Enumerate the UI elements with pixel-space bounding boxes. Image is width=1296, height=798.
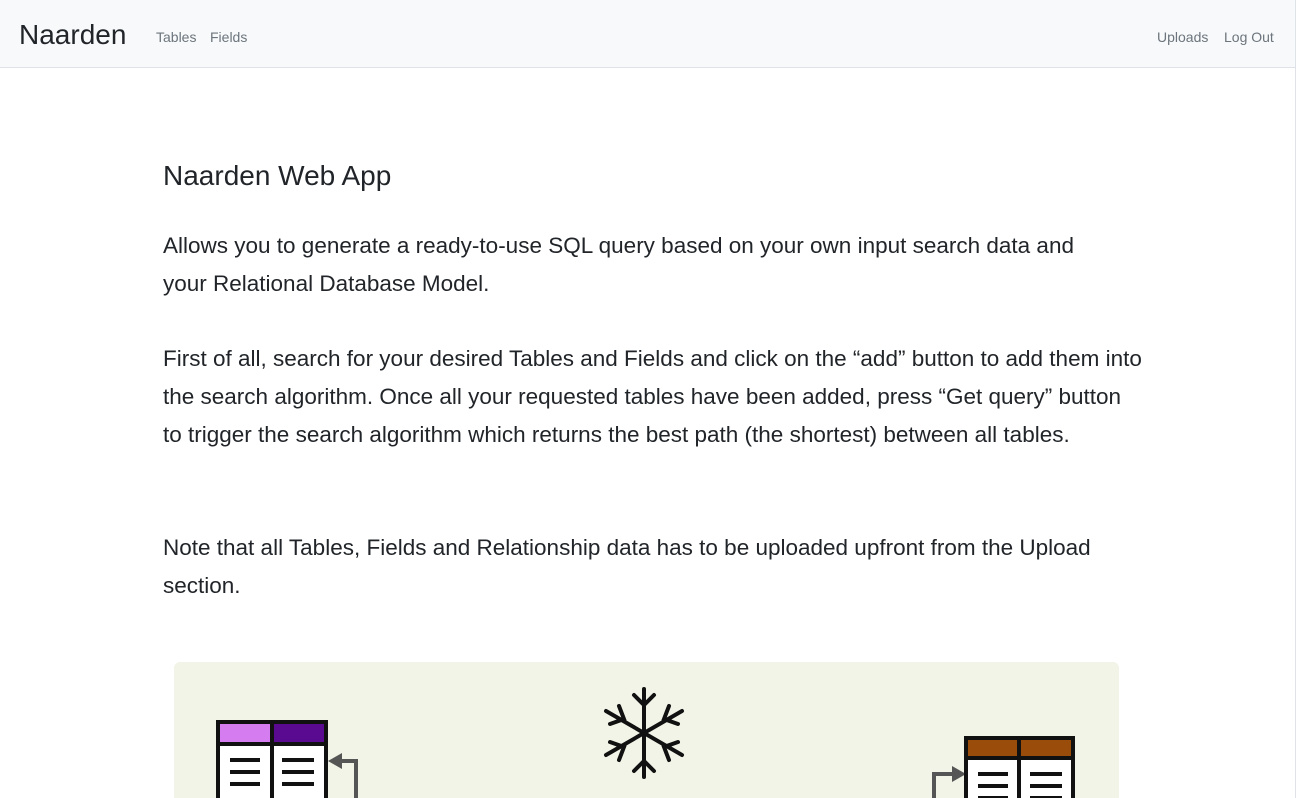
database-diagram-illustration [174,662,1119,798]
nav-link-tables[interactable]: Tables [156,29,196,45]
main-content: Naarden Web App Allows you to generate a… [163,158,1143,598]
page-title: Naarden Web App [163,160,392,191]
nav-link-fields[interactable]: Fields [210,29,247,45]
instructions-paragraph: First of all, search for your desired Ta… [163,346,1142,447]
nav-link-uploads[interactable]: Uploads [1157,29,1208,45]
intro-paragraph: Allows you to generate a ready-to-use SQ… [163,233,1074,296]
nav-link-logout[interactable]: Log Out [1224,29,1274,45]
table-icon [964,736,1075,798]
table-icon [216,720,328,798]
top-navbar: Naarden Tables Fields Uploads Log Out [0,0,1296,68]
brand-logo-link[interactable]: Naarden [19,17,126,53]
snowflake-icon [604,687,684,779]
relationship-arrow-icon [932,766,966,798]
relationship-arrow-icon [328,753,358,798]
note-paragraph: Note that all Tables, Fields and Relatio… [163,535,1091,598]
